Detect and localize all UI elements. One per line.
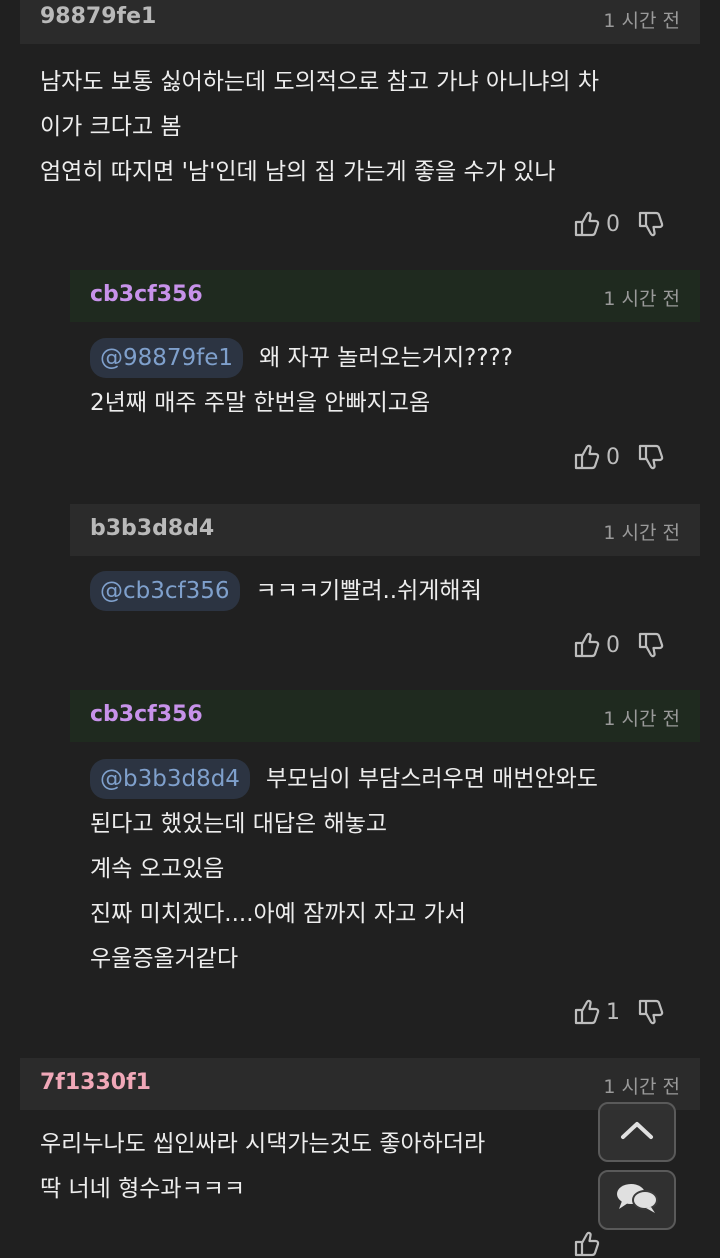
like-count: 0 (606, 211, 620, 237)
thumbs-up-icon[interactable] (574, 998, 600, 1026)
comment-line: ㅋㅋㅋ기빨려..쉬게해줘 (255, 578, 482, 604)
comment-line: 딱 너네 형수과ㅋㅋㅋ (40, 1176, 246, 1202)
like-count: 1 (606, 999, 620, 1025)
comment-line: 계속 오고있음 (90, 856, 225, 882)
like-count: 0 (606, 444, 620, 470)
comment-author[interactable]: cb3cf356 (90, 702, 203, 727)
comments-button[interactable] (598, 1170, 676, 1230)
comment-body: 우리누나도 씹인싸라 시댁가는것도 좋아하더라 딱 너네 형수과ㅋㅋㅋ (40, 1122, 485, 1212)
scroll-to-top-button[interactable] (598, 1102, 676, 1162)
thumbs-up-icon[interactable] (574, 631, 600, 659)
thumbs-up-icon[interactable] (574, 210, 600, 238)
reply-body: @cb3cf356 ㅋㅋㅋ기빨려..쉬게해줘 (90, 569, 482, 614)
vote-bar: 1 (574, 998, 664, 1026)
mention-tag[interactable]: @98879fe1 (90, 338, 244, 378)
like-count: 0 (606, 632, 620, 658)
comment-body: 남자도 보통 싫어하는데 도의적으로 참고 가냐 아니냐의 차 이가 크다고 봄… (40, 60, 599, 195)
thumbs-up-icon[interactable] (574, 443, 600, 471)
comment-line: 우울증올거같다 (90, 946, 239, 972)
comment-time: 1 시간 전 (603, 1076, 680, 1098)
comment-line: 진짜 미치겠다....아예 잠까지 자고 가서 (90, 901, 466, 927)
comment-author[interactable]: b3b3d8d4 (90, 516, 214, 541)
comment-line: 부모님이 부담스러우면 매번안와도 (265, 766, 598, 792)
reply-body: @98879fe1 왜 자꾸 놀러오는거지???? 2년째 매주 주말 한번을 안… (90, 336, 513, 426)
thumbs-down-icon[interactable] (638, 998, 664, 1026)
comment-line: 우리누나도 씹인싸라 시댁가는것도 좋아하더라 (40, 1131, 486, 1157)
mention-tag[interactable]: @b3b3d8d4 (90, 759, 250, 799)
chevron-up-icon (619, 1119, 655, 1145)
comment-author[interactable]: 7f1330f1 (40, 1070, 151, 1095)
comment-author[interactable]: cb3cf356 (90, 282, 203, 307)
comment-line: 남자도 보통 싫어하는데 도의적으로 참고 가냐 아니냐의 차 (40, 69, 600, 95)
comment-header: 98879fe1 1 시간 전 (20, 0, 700, 44)
comment-line: 엄연히 따지면 '남'인데 남의 집 가는게 좋을 수가 있나 (40, 159, 556, 185)
chat-bubbles-icon (614, 1180, 660, 1220)
thumbs-down-icon[interactable] (638, 210, 664, 238)
comment-time: 1 시간 전 (603, 10, 680, 32)
vote-bar: 0 (574, 443, 664, 471)
reply-body: @b3b3d8d4 부모님이 부담스러우면 매번안와도 된다고 했었는데 대답은 … (90, 757, 598, 982)
comment-line: 이가 크다고 봄 (40, 114, 182, 140)
thumbs-down-icon[interactable] (638, 443, 664, 471)
comment-header: 7f1330f1 1 시간 전 (20, 1058, 700, 1110)
comment-line: 2년째 매주 주말 한번을 안빠지고옴 (90, 390, 431, 416)
comment-line: 된다고 했었는데 대답은 해놓고 (90, 811, 388, 837)
thumbs-down-icon[interactable] (638, 631, 664, 659)
comment-line: 왜 자꾸 놀러오는거지???? (259, 345, 513, 371)
reply-header: b3b3d8d4 1 시간 전 (70, 504, 700, 556)
reply-header: cb3cf356 1 시간 전 (70, 270, 700, 322)
comment-author[interactable]: 98879fe1 (40, 4, 156, 29)
vote-bar: 0 (574, 631, 664, 659)
vote-bar: 0 (574, 210, 664, 238)
reply-header: cb3cf356 1 시간 전 (70, 690, 700, 742)
comment-time: 1 시간 전 (603, 288, 680, 310)
mention-tag[interactable]: @cb3cf356 (90, 571, 240, 611)
comment-time: 1 시간 전 (603, 708, 680, 730)
comment-time: 1 시간 전 (603, 522, 680, 544)
